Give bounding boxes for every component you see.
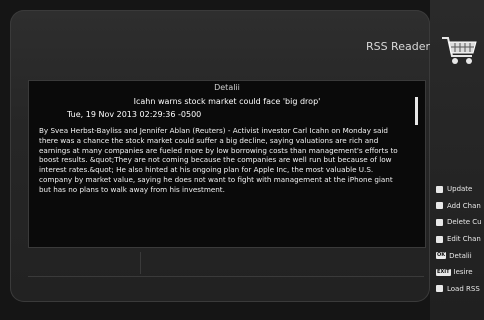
menu-item-delete-current[interactable]: Delete Cu	[436, 214, 484, 231]
article-line: interest rates.&quot; He also hinted at …	[39, 165, 374, 175]
rss-reader-screen: RSS Reader Detalii Icahn warns stock mar…	[0, 0, 484, 320]
menu-item-load-rss[interactable]: Load RSS	[436, 281, 484, 298]
article-line: earnings at many companies are fueled mo…	[39, 145, 398, 155]
menu-item-label: Detalii	[449, 251, 472, 260]
article-line: company by market value, saying he does …	[39, 174, 393, 184]
square-key-icon	[436, 185, 443, 193]
menu-item-label: Load RSS	[447, 284, 480, 293]
app-title: RSS Reader	[365, 40, 430, 53]
scrollbar[interactable]	[415, 97, 418, 125]
square-key-icon	[436, 235, 443, 243]
menu-item-detalii[interactable]: OK Detalii	[436, 247, 484, 264]
footer-line	[28, 276, 424, 277]
article-body: By Svea Herbst-Bayliss and Jennifer Abla…	[39, 126, 419, 195]
article-line: By Svea Herbst-Bayliss and Jennifer Abla…	[39, 126, 388, 135]
footer-divider	[140, 252, 141, 274]
detail-panel: Detalii Icahn warns stock market could f…	[28, 80, 426, 248]
article-headline: Icahn warns stock market could face 'big…	[133, 97, 321, 106]
menu-item-edit-channel[interactable]: Edit Chan	[436, 231, 484, 248]
shopping-cart-icon	[442, 37, 477, 64]
article-line: but has no plans to walk away from his i…	[39, 184, 225, 194]
menu-item-label: Iesire	[453, 268, 473, 277]
square-key-icon	[436, 218, 443, 226]
article-date: Tue, 19 Nov 2013 02:29:36 -0500	[67, 110, 202, 119]
menu-item-iesire[interactable]: EXIT Iesire	[436, 264, 484, 281]
square-key-icon	[436, 285, 443, 293]
menu-item-add-channel[interactable]: Add Chan	[436, 198, 484, 215]
menu-item-label: Update	[447, 185, 473, 194]
menu-item-label: Add Chan	[447, 201, 481, 210]
menu-item-label: Edit Chan	[447, 235, 481, 244]
exit-key-icon: EXIT	[436, 268, 451, 276]
article-line: there was a chance the stock market coul…	[39, 135, 379, 145]
side-menu: Update Add Chan Delete Cu Edit Chan OK D…	[436, 181, 484, 297]
square-key-icon	[436, 202, 443, 210]
article-line: boost results. &quot;They are not coming…	[39, 155, 392, 165]
menu-item-label: Delete Cu	[447, 218, 482, 227]
ok-key-icon: OK	[436, 252, 447, 260]
menu-item-update[interactable]: Update	[436, 181, 484, 198]
detail-header: Detalii	[214, 83, 240, 92]
